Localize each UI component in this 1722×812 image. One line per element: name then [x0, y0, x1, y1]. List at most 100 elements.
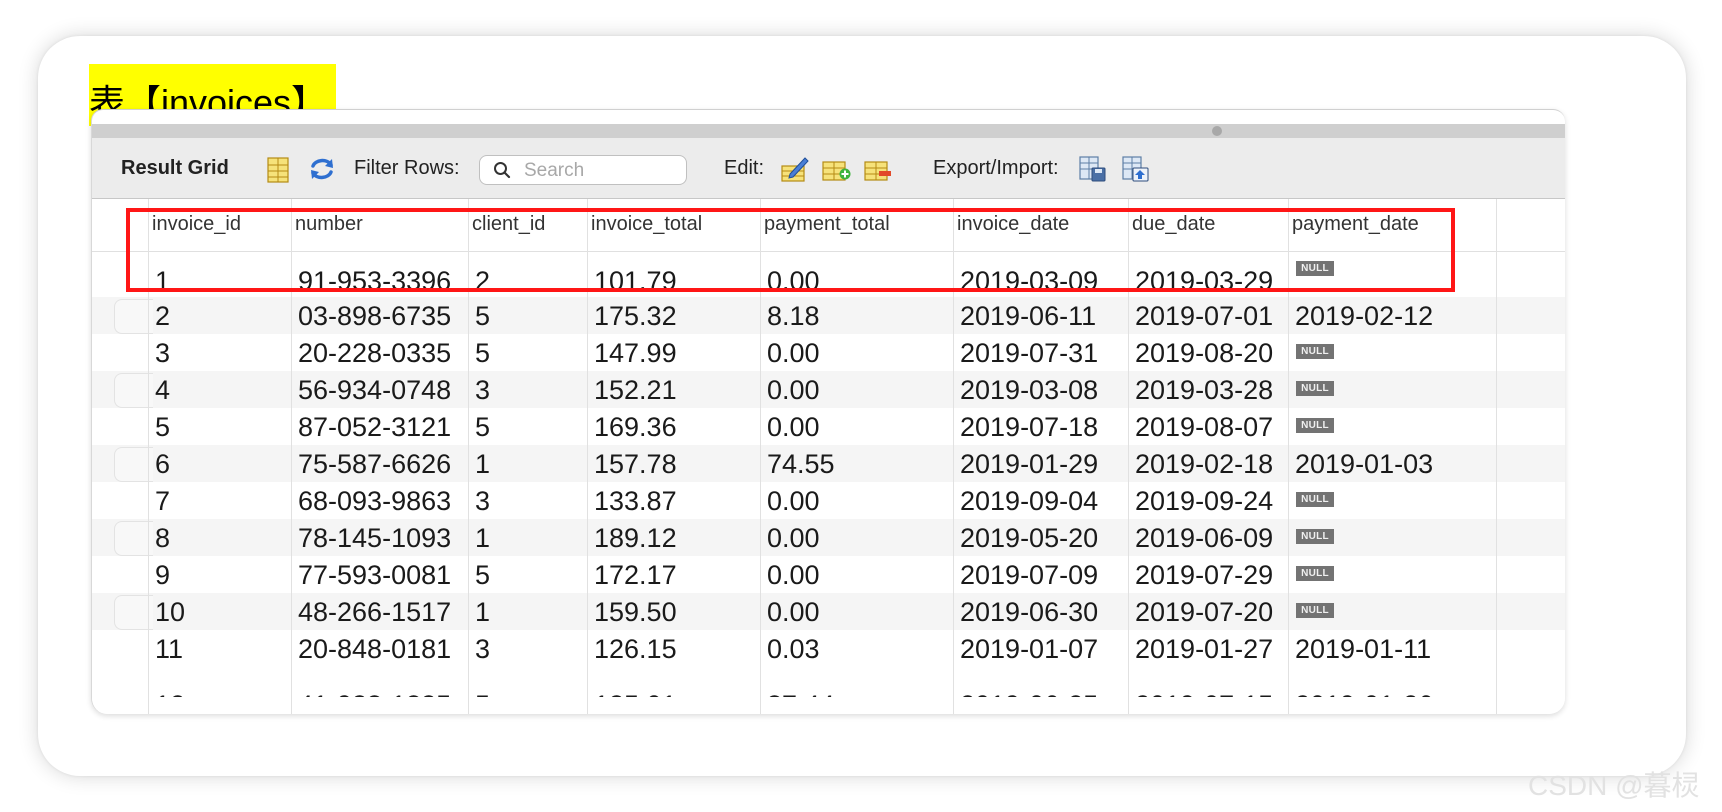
column-header-due-date[interactable]: due_date — [1132, 213, 1215, 236]
cell-client-id[interactable]: 3 — [475, 485, 490, 517]
cell-number[interactable]: 87-052-3121 — [298, 411, 451, 443]
cell-number[interactable]: 77-593-0081 — [298, 559, 451, 591]
null-value-badge[interactable]: NULL — [1296, 529, 1334, 544]
cell-payment-total[interactable]: 0.00 — [767, 374, 820, 406]
column-header-number[interactable]: number — [295, 213, 363, 236]
column-header-payment-total[interactable]: payment_total — [764, 213, 890, 236]
cell-invoice-id[interactable]: 1 — [155, 265, 170, 297]
search-input[interactable] — [522, 158, 676, 184]
cell-invoice-date[interactable]: 2019-01-29 — [960, 448, 1098, 480]
cell-payment-total[interactable]: 0.00 — [767, 265, 820, 297]
null-value-badge[interactable]: NULL — [1296, 566, 1334, 581]
cell-invoice-date[interactable]: 2019-07-18 — [960, 411, 1098, 443]
table-row[interactable]: 5 87-052-3121 5 169.36 0.00 2019-07-18 2019-08… — [92, 408, 1565, 445]
cell-due-date[interactable]: 2019-02-18 — [1135, 448, 1273, 480]
cell-invoice-total[interactable]: 101.79 — [594, 265, 677, 297]
cell-invoice-id[interactable]: 8 — [155, 522, 170, 554]
cell-invoice-date[interactable]: 2019-01-07 — [960, 633, 1098, 665]
table-row[interactable]: 10 48-266-1517 1 159.50 0.00 2019-06-30 2019-0… — [92, 593, 1565, 630]
cell-client-id[interactable]: 2 — [475, 265, 490, 297]
null-value-badge[interactable]: NULL — [1296, 603, 1334, 618]
column-separator[interactable] — [760, 199, 761, 714]
cell-number[interactable]: 20-228-0335 — [298, 337, 451, 369]
column-header-invoice-id[interactable]: invoice_id — [152, 213, 241, 236]
column-header-payment-date[interactable]: payment_date — [1292, 213, 1419, 236]
cell-invoice-total[interactable]: 169.36 — [594, 411, 677, 443]
edit-row-icon[interactable] — [780, 154, 810, 184]
null-value-badge[interactable]: NULL — [1296, 492, 1334, 507]
cell-due-date[interactable]: 2019-07-20 — [1135, 596, 1273, 628]
cell-due-date[interactable]: 2019-03-29 — [1135, 265, 1273, 297]
cell-invoice-total[interactable]: 126.15 — [594, 633, 677, 665]
cell-number[interactable]: 56-934-0748 — [298, 374, 451, 406]
cell-number[interactable]: 91-953-3396 — [298, 265, 451, 297]
cell-invoice-total[interactable]: 152.21 — [594, 374, 677, 406]
cell-invoice-total[interactable]: 147.99 — [594, 337, 677, 369]
cell-invoice-total[interactable]: 175.32 — [594, 300, 677, 332]
table-row[interactable]: 8 78-145-1093 1 189.12 0.00 2019-05-20 2019-06… — [92, 519, 1565, 556]
cell-number[interactable]: 03-898-6735 — [298, 300, 451, 332]
import-icon[interactable] — [1120, 154, 1150, 184]
grid-layout-icon[interactable] — [263, 155, 293, 185]
column-separator[interactable] — [1288, 199, 1289, 714]
cell-client-id[interactable]: 3 — [475, 374, 490, 406]
column-separator[interactable] — [953, 199, 954, 714]
cell-number[interactable]: 48-266-1517 — [298, 596, 451, 628]
cell-due-date[interactable]: 2019-08-07 — [1135, 411, 1273, 443]
table-row[interactable]: 7 68-093-9863 3 133.87 0.00 2019-09-04 2019-09… — [92, 482, 1565, 519]
delete-row-icon[interactable] — [863, 154, 893, 184]
table-row[interactable]: 6 75-587-6626 1 157.78 74.55 2019-01-29 2019-0… — [92, 445, 1565, 482]
cell-due-date[interactable]: 2019-03-28 — [1135, 374, 1273, 406]
cell-payment-total[interactable]: 0.00 — [767, 596, 820, 628]
cell-payment-total[interactable]: 0.00 — [767, 559, 820, 591]
cell-invoice-total[interactable]: 133.87 — [594, 485, 677, 517]
column-header-client-id[interactable]: client_id — [472, 213, 545, 236]
cell-payment-total[interactable]: 0.00 — [767, 411, 820, 443]
cell-client-id[interactable]: 1 — [475, 522, 490, 554]
table-row[interactable]: 4 56-934-0748 3 152.21 0.00 2019-03-08 2019-03… — [92, 371, 1565, 408]
cell-invoice-id[interactable]: 2 — [155, 300, 170, 332]
null-value-badge[interactable]: NULL — [1296, 261, 1334, 276]
cell-invoice-date[interactable]: 2019-03-09 — [960, 265, 1098, 297]
cell-payment-total[interactable]: 0.00 — [767, 337, 820, 369]
cell-payment-total[interactable]: 0.03 — [767, 633, 820, 665]
cell-due-date[interactable]: 2019-08-20 — [1135, 337, 1273, 369]
cell-due-date[interactable]: 2019-06-09 — [1135, 522, 1273, 554]
cell-payment-total[interactable]: 0.00 — [767, 522, 820, 554]
column-header-invoice-date[interactable]: invoice_date — [957, 213, 1069, 236]
cell-due-date[interactable]: 2019-09-24 — [1135, 485, 1273, 517]
cell-number[interactable]: 20-848-0181 — [298, 633, 451, 665]
column-separator[interactable] — [1128, 199, 1129, 714]
cell-number[interactable]: 75-587-6626 — [298, 448, 451, 480]
cell-client-id[interactable]: 5 — [475, 411, 490, 443]
cell-invoice-date[interactable]: 2019-06-30 — [960, 596, 1098, 628]
cell-payment-date[interactable]: 2019-01-03 — [1295, 448, 1433, 480]
cell-client-id[interactable]: 1 — [475, 448, 490, 480]
cell-invoice-id[interactable]: 4 — [155, 374, 170, 406]
cell-payment-total[interactable]: 0.00 — [767, 485, 820, 517]
cell-client-id[interactable]: 5 — [475, 559, 490, 591]
cell-invoice-total[interactable]: 157.78 — [594, 448, 677, 480]
filter-search-box[interactable] — [479, 155, 687, 185]
column-header-invoice-total[interactable]: invoice_total — [591, 213, 702, 236]
cell-invoice-date[interactable]: 2019-05-20 — [960, 522, 1098, 554]
cell-invoice-id[interactable]: 11 — [155, 633, 183, 665]
cell-client-id[interactable]: 5 — [475, 300, 490, 332]
cell-invoice-date[interactable]: 2019-07-09 — [960, 559, 1098, 591]
table-row[interactable]: 9 77-593-0081 5 172.17 0.00 2019-07-09 2019-07… — [92, 556, 1565, 593]
table-row[interactable]: 2 03-898-6735 5 175.32 8.18 2019-06-11 2019-07… — [92, 297, 1565, 334]
cell-number[interactable]: 68-093-9863 — [298, 485, 451, 517]
cell-invoice-id[interactable]: 9 — [155, 559, 170, 591]
cell-invoice-date[interactable]: 2019-06-11 — [960, 300, 1096, 332]
cell-client-id[interactable]: 3 — [475, 633, 490, 665]
column-separator[interactable] — [587, 199, 588, 714]
add-row-icon[interactable] — [821, 154, 851, 184]
null-value-badge[interactable]: NULL — [1296, 418, 1334, 433]
cell-client-id[interactable]: 5 — [475, 337, 490, 369]
table-row[interactable]: 11 20-848-0181 3 126.15 0.03 2019-01-07 2019-0… — [92, 630, 1565, 667]
cell-due-date[interactable]: 2019-07-29 — [1135, 559, 1273, 591]
cell-due-date[interactable]: 2019-07-01 — [1135, 300, 1273, 332]
column-separator[interactable] — [291, 199, 292, 714]
cell-invoice-date[interactable]: 2019-07-31 — [960, 337, 1098, 369]
null-value-badge[interactable]: NULL — [1296, 381, 1334, 396]
